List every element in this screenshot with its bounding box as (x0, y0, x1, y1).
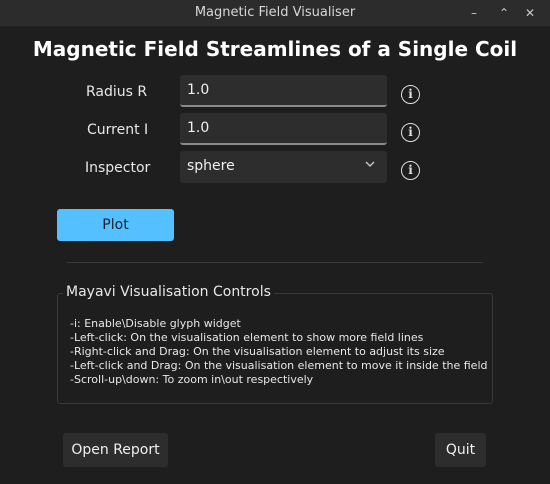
current-info-icon[interactable]: i (401, 123, 420, 142)
maximize-icon[interactable]: ⌃ (497, 6, 511, 20)
radius-info-icon[interactable]: i (401, 85, 420, 104)
radius-input[interactable]: 1.0 (180, 75, 387, 107)
quit-button[interactable]: Quit (435, 433, 486, 467)
help-line: -Scroll-up\down: To zoom in\out respecti… (70, 373, 314, 386)
divider (67, 262, 483, 263)
current-label: Current I (87, 122, 149, 138)
controls-help-text: -i: Enable\Disable glyph widget -Left-cl… (70, 317, 487, 387)
chevron-down-icon (365, 161, 375, 167)
current-input[interactable]: 1.0 (180, 113, 387, 145)
inspector-label: Inspector (85, 160, 151, 176)
page-title: Magnetic Field Streamlines of a Single C… (32, 37, 518, 61)
title-bar: Magnetic Field Visualiser – ⌃ ✕ (0, 0, 550, 27)
inspector-selected-value: sphere (187, 158, 235, 174)
radius-label: Radius R (86, 84, 148, 100)
minimize-icon[interactable]: – (467, 6, 481, 20)
open-report-button[interactable]: Open Report (63, 433, 168, 467)
inspector-info-icon[interactable]: i (401, 161, 420, 180)
help-line: -i: Enable\Disable glyph widget (70, 317, 241, 330)
controls-group-title: Mayavi Visualisation Controls (63, 284, 274, 300)
help-line: -Left-click: On the visualisation elemen… (70, 331, 424, 344)
close-icon[interactable]: ✕ (523, 6, 537, 20)
plot-button[interactable]: Plot (57, 209, 174, 241)
help-line: -Left-click and Drag: On the visualisati… (70, 359, 488, 372)
inspector-select[interactable]: sphere (180, 151, 387, 183)
help-line: -Right-click and Drag: On the visualisat… (70, 345, 445, 358)
